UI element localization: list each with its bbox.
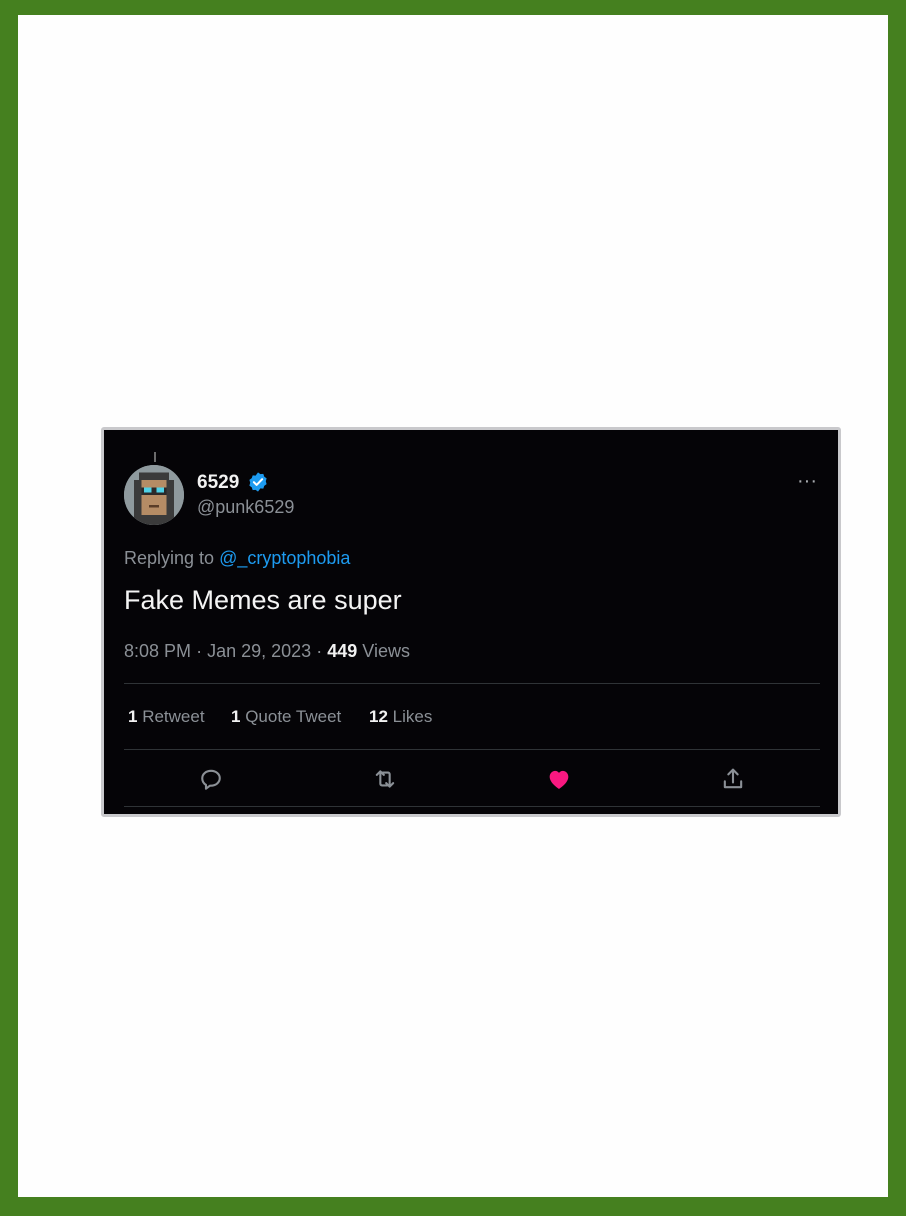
retweets-stat[interactable]: 1 Retweet — [128, 707, 205, 727]
likes-count: 12 — [369, 707, 388, 726]
views-count: 449 — [327, 641, 358, 661]
likes-label: Likes — [392, 707, 433, 726]
tweet-time[interactable]: 8:08 PM — [124, 641, 191, 661]
divider — [124, 749, 820, 750]
more-horizontal-icon[interactable]: ··· — [797, 470, 817, 493]
views-label: Views — [362, 641, 410, 661]
tweet-text: Fake Memes are super — [124, 585, 402, 615]
retweets-label: Retweet — [142, 707, 205, 726]
quotes-label: Quote Tweet — [245, 707, 342, 726]
divider — [124, 683, 820, 684]
heart-filled-icon[interactable] — [545, 765, 573, 793]
retweets-count: 1 — [128, 707, 138, 726]
divider — [124, 806, 820, 807]
quotes-stat[interactable]: 1 Quote Tweet — [231, 707, 341, 727]
replying-prefix: Replying to — [124, 548, 215, 568]
thread-connector — [154, 452, 156, 462]
user-handle[interactable]: @punk6529 — [197, 497, 294, 518]
verified-badge-icon — [247, 471, 269, 493]
punk-avatar-icon — [124, 465, 184, 525]
share-icon[interactable] — [719, 765, 747, 793]
reply-icon[interactable] — [197, 765, 225, 793]
quotes-count: 1 — [231, 707, 241, 726]
retweet-icon[interactable] — [371, 765, 399, 793]
tweet-meta: 8:08 PM · Jan 29, 2023 · 449 Views — [124, 641, 410, 662]
display-name[interactable]: 6529 — [197, 472, 239, 494]
page-frame: 6529 @punk6529 ··· Replying to @_cryptop… — [18, 15, 888, 1197]
meta-separator: · — [316, 641, 323, 661]
avatar[interactable] — [124, 465, 184, 525]
tweet-card: 6529 @punk6529 ··· Replying to @_cryptop… — [101, 427, 841, 817]
replying-to: Replying to @_cryptophobia — [124, 548, 350, 569]
reply-mention-link[interactable]: @_cryptophobia — [219, 548, 350, 568]
meta-separator: · — [196, 641, 203, 661]
tweet-date[interactable]: Jan 29, 2023 — [207, 641, 311, 661]
likes-stat[interactable]: 12 Likes — [369, 707, 432, 727]
